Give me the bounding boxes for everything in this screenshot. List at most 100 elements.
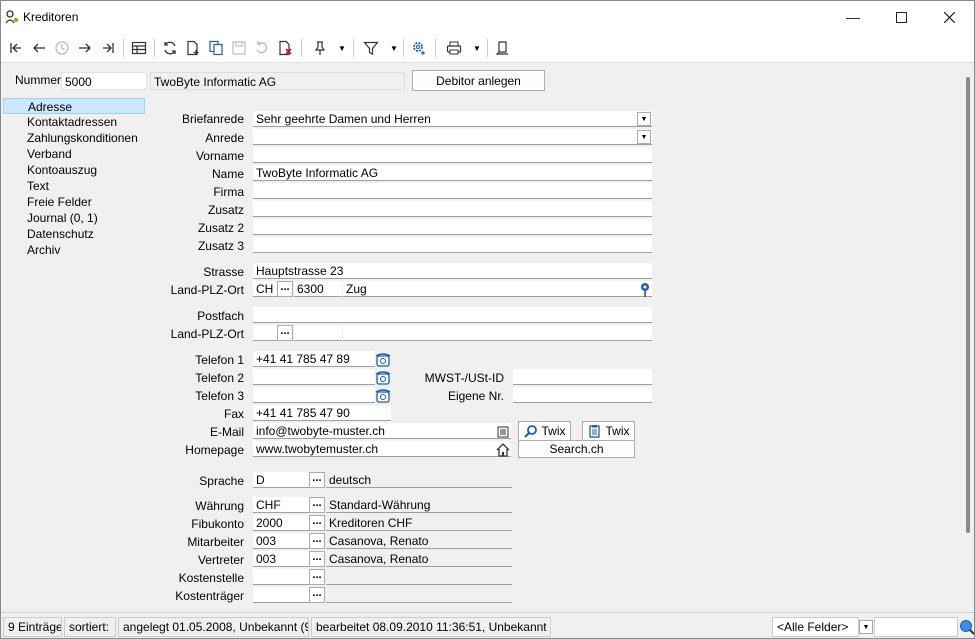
- waehrung-lookup-button[interactable]: ...: [309, 497, 325, 513]
- home-icon[interactable]: [495, 442, 511, 458]
- mitarbeiter-code-field[interactable]: 003: [253, 533, 309, 549]
- filter-dropdown-icon[interactable]: ▼: [389, 37, 399, 59]
- vertreter-code-field[interactable]: 003: [253, 551, 309, 567]
- zusatz2-field[interactable]: [253, 219, 652, 235]
- save-icon[interactable]: [228, 37, 250, 59]
- waehrung-label: Währung: [195, 499, 244, 513]
- sidebar-item-archiv[interactable]: Archiv: [3, 242, 145, 258]
- maximize-icon[interactable]: [878, 1, 924, 33]
- firma-field[interactable]: [253, 183, 652, 199]
- refresh-icon[interactable]: [159, 37, 181, 59]
- name-label: Name: [211, 167, 244, 181]
- anrede-select[interactable]: [253, 129, 652, 145]
- copy-record-icon[interactable]: [205, 37, 227, 59]
- settings-icon[interactable]: [408, 37, 430, 59]
- map-pin-icon[interactable]: [637, 282, 653, 298]
- kostenstelle-code-field[interactable]: [253, 569, 309, 585]
- new-record-icon[interactable]: [182, 37, 204, 59]
- first-record-icon[interactable]: [5, 37, 27, 59]
- pin-icon[interactable]: [309, 37, 331, 59]
- homepage-field[interactable]: www.twobytemuster.ch: [253, 441, 511, 457]
- zusatz-field[interactable]: [253, 201, 652, 217]
- postfach-ort-field[interactable]: [343, 325, 652, 341]
- twix-search-button[interactable]: Twix: [518, 421, 571, 441]
- name-field[interactable]: TwoByte Informatic AG: [253, 165, 652, 181]
- strasse-field[interactable]: Hauptstrasse 23: [253, 263, 652, 279]
- print-dropdown-icon[interactable]: ▼: [472, 37, 482, 59]
- pin-dropdown-icon[interactable]: ▼: [337, 37, 347, 59]
- scrollbar-thumb[interactable]: [966, 77, 970, 533]
- waehrung-code-field[interactable]: CHF: [253, 497, 309, 513]
- sidebar-item-datenschutz[interactable]: Datenschutz: [3, 226, 145, 242]
- sidebar-item-journal[interactable]: Journal (0, 1): [3, 210, 145, 226]
- sidebar-item-kontoauszug[interactable]: Kontoauszug: [3, 162, 145, 178]
- last-record-icon[interactable]: [97, 37, 119, 59]
- kostentraeger-code-field[interactable]: [253, 587, 309, 603]
- twix-paste-button[interactable]: Twix: [582, 421, 635, 441]
- postfach-land-lookup-button[interactable]: ...: [277, 325, 293, 341]
- phone-icon[interactable]: [375, 388, 391, 404]
- field-filter-select[interactable]: <Alle Felder>: [772, 617, 859, 637]
- sprache-code-field[interactable]: D: [253, 472, 309, 488]
- phone-icon[interactable]: [375, 370, 391, 386]
- sidebar-item-kontaktadressen[interactable]: Kontaktadressen: [3, 114, 145, 130]
- minimize-icon[interactable]: —: [830, 1, 876, 33]
- filter-icon[interactable]: [360, 37, 382, 59]
- vertical-scrollbar[interactable]: [962, 63, 974, 611]
- email-field[interactable]: info@twobyte-muster.ch: [253, 423, 511, 439]
- kostenstelle-lookup-button[interactable]: ...: [309, 569, 325, 585]
- mitarbeiter-lookup-button[interactable]: ...: [309, 533, 325, 549]
- undo-icon[interactable]: [251, 37, 273, 59]
- window: Kreditoren — ▼ ▼ ▼ Nummer 5000 TwoByte I…: [0, 0, 975, 639]
- postfach-plz-field[interactable]: [294, 325, 342, 341]
- delete-record-icon[interactable]: [274, 37, 296, 59]
- close-icon[interactable]: [926, 1, 972, 33]
- telefon3-field[interactable]: [253, 387, 375, 403]
- quick-search-input[interactable]: [874, 617, 958, 637]
- sidebar-item-freie-felder[interactable]: Freie Felder: [3, 194, 145, 210]
- mwst-field[interactable]: [513, 369, 652, 385]
- briefanrede-dropdown-icon[interactable]: ▼: [637, 112, 651, 126]
- fax-field[interactable]: +41 41 785 47 90: [253, 405, 391, 421]
- kostenstelle-text: [326, 569, 512, 585]
- ort-field[interactable]: Zug: [343, 281, 652, 297]
- sidebar-item-zahlungskonditionen[interactable]: Zahlungskonditionen: [3, 130, 145, 146]
- fibukonto-code-field[interactable]: 2000: [253, 515, 309, 531]
- telefon1-field[interactable]: +41 41 785 47 89: [253, 351, 375, 367]
- fibukonto-lookup-button[interactable]: ...: [309, 515, 325, 531]
- plz-field[interactable]: 6300: [294, 281, 342, 297]
- previous-record-icon[interactable]: [28, 37, 50, 59]
- search-ch-button[interactable]: Search.ch: [518, 440, 635, 458]
- print-icon[interactable]: [443, 37, 465, 59]
- land-lookup-button[interactable]: ...: [277, 281, 293, 297]
- globe-search-icon[interactable]: [959, 619, 975, 635]
- briefanrede-label: Briefanrede: [181, 112, 244, 126]
- field-filter-dropdown-icon[interactable]: ▼: [859, 620, 873, 634]
- sidebar-item-text[interactable]: Text: [3, 178, 145, 194]
- fibukonto-text: Kreditoren CHF: [326, 515, 512, 531]
- sidebar-item-verband[interactable]: Verband: [3, 146, 145, 162]
- nummer-field[interactable]: 5000: [61, 72, 147, 90]
- document-icon[interactable]: [492, 37, 514, 59]
- land-field[interactable]: CH: [253, 281, 277, 297]
- sidebar-item-adresse[interactable]: Adresse: [3, 98, 145, 114]
- debitor-anlegen-button[interactable]: Debitor anlegen: [412, 70, 545, 91]
- table-view-icon[interactable]: [128, 37, 150, 59]
- vertreter-lookup-button[interactable]: ...: [309, 551, 325, 567]
- kostentraeger-lookup-button[interactable]: ...: [309, 587, 325, 603]
- email-send-icon[interactable]: [495, 424, 511, 440]
- postfach-field[interactable]: [253, 307, 652, 323]
- phone-icon[interactable]: [375, 352, 391, 368]
- postfach-land-field[interactable]: [253, 325, 277, 341]
- eigene-nr-field[interactable]: [513, 387, 652, 403]
- next-record-icon[interactable]: [74, 37, 96, 59]
- sprache-lookup-button[interactable]: ...: [309, 472, 325, 488]
- briefanrede-select[interactable]: Sehr geehrte Damen und Herren: [253, 111, 652, 127]
- zusatz3-field[interactable]: [253, 237, 652, 253]
- history-icon[interactable]: [51, 37, 73, 59]
- created-status: angelegt 01.05.2008, Unbekannt (98): [118, 617, 309, 637]
- telefon2-field[interactable]: [253, 369, 375, 385]
- title-bar: Kreditoren —: [1, 1, 974, 33]
- anrede-dropdown-icon[interactable]: ▼: [637, 130, 651, 144]
- vorname-field[interactable]: [253, 147, 652, 163]
